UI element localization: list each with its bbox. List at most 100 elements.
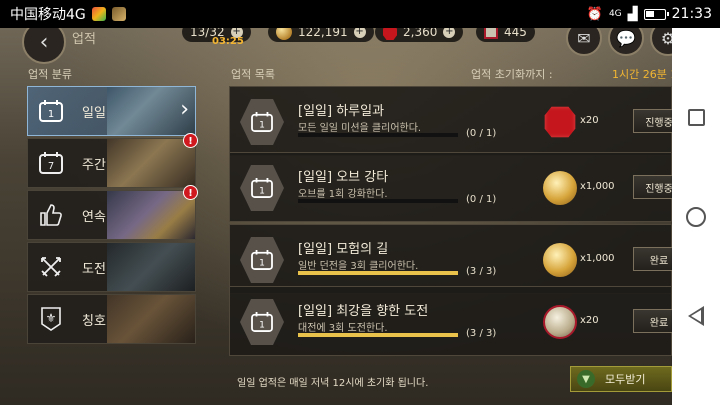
- in-progress-button[interactable]: 진행중: [633, 175, 672, 199]
- list-title: 업적 목록: [231, 68, 275, 81]
- gold-value: 122,191: [298, 28, 348, 39]
- mission-progress: (0 / 1): [466, 128, 497, 139]
- app-notification-icon: [111, 7, 126, 21]
- achievement-screen: ‹ 업적 13/32 + 03:25 122,191 + 2,360 + 445…: [0, 28, 672, 405]
- medal-icon: [543, 305, 577, 339]
- mail-button[interactable]: ✉: [566, 28, 602, 56]
- progress-bar: [298, 333, 458, 337]
- reward-quantity: x1,000: [580, 181, 615, 192]
- mission-description: 대전에 3회 도전한다.: [298, 323, 388, 334]
- calendar-1-icon: 1: [240, 299, 284, 345]
- mission-description: 모든 일일 미션을 클리어한다.: [298, 123, 422, 134]
- reset-label: 업적 초기화까지 :: [471, 68, 553, 81]
- arrow-left-icon: ‹: [39, 29, 49, 55]
- circle-icon: [686, 206, 706, 227]
- notification-badge: !: [183, 185, 198, 200]
- mission-progress: (3 / 3): [466, 266, 497, 277]
- add-gold-button[interactable]: +: [353, 28, 366, 38]
- ruby-icon: [383, 28, 397, 40]
- mission-description: 일반 던전을 3회 클리어한다.: [298, 261, 419, 272]
- mission-progress: (3 / 3): [466, 328, 497, 339]
- mission-row: 1 [일일] 오브 강타 오브를 1회 강화한다. (0 / 1) x1,000…: [229, 152, 672, 222]
- top-hud: ‹ 업적 13/32 + 03:25 122,191 + 2,360 + 445…: [0, 28, 672, 64]
- category-art: [107, 295, 195, 343]
- complete-button[interactable]: 완료: [633, 309, 672, 333]
- reward-quantity: x1,000: [580, 253, 615, 264]
- network-type: 4G: [608, 9, 622, 19]
- reward-quantity: x20: [580, 115, 599, 126]
- mail-icon: ✉: [577, 28, 591, 48]
- recent-apps-button[interactable]: [684, 106, 708, 130]
- chat-icon: 💬: [616, 28, 636, 48]
- svg-text:⚜: ⚜: [46, 311, 57, 325]
- ticket-value: 445: [504, 28, 527, 39]
- square-icon: [687, 109, 705, 126]
- progress-bar: [298, 133, 458, 137]
- signal-icon: ▟: [627, 6, 638, 22]
- back-button[interactable]: ‹: [22, 28, 66, 64]
- mission-row: 1 [일일] 최강을 향한 도전 대전에 3회 도전한다. (3 / 3) x2…: [229, 286, 672, 356]
- navigation-bar: [672, 28, 720, 405]
- svg-text:1: 1: [48, 109, 54, 120]
- sidebar-item-titles[interactable]: ⚜ 칭호: [27, 294, 196, 344]
- mission-progress: (0 / 1): [466, 194, 497, 205]
- back-nav-button[interactable]: [684, 304, 708, 328]
- category-art: [107, 139, 195, 187]
- gold-coin-icon: [543, 243, 577, 277]
- svg-text:1: 1: [259, 320, 265, 330]
- svg-text:7: 7: [48, 161, 54, 172]
- svg-text:1: 1: [259, 186, 265, 196]
- reward-quantity: x20: [580, 315, 599, 326]
- gold-counter: 122,191 +: [268, 28, 374, 42]
- fleur-de-lis-icon: ⚜: [28, 295, 74, 343]
- svg-text:1: 1: [259, 120, 265, 130]
- screen-title: 업적: [72, 32, 96, 47]
- claim-icon: ▼: [577, 370, 595, 388]
- gear-icon: ⚙: [660, 28, 672, 48]
- in-progress-button[interactable]: 진행중: [633, 109, 672, 133]
- gold-coin-icon: [543, 171, 577, 205]
- complete-button[interactable]: 완료: [633, 247, 672, 271]
- svg-text:1: 1: [259, 258, 265, 268]
- reset-countdown: 1시간 26분 1: [612, 68, 672, 81]
- stamina-timer: 03:25: [212, 36, 244, 47]
- sidebar-title: 업적 분류: [28, 68, 72, 81]
- mission-title: [일일] 최강을 향한 도전: [298, 304, 429, 319]
- carrier-name: 中国移动4G: [10, 7, 86, 23]
- calendar-1-icon: 1: [240, 165, 284, 211]
- sidebar-item-weekly[interactable]: 7 주간: [27, 138, 196, 188]
- progress-bar: [298, 271, 458, 275]
- sidebar-item-streak[interactable]: 연속: [27, 190, 196, 240]
- settings-button[interactable]: ⚙: [650, 28, 672, 56]
- clock: 21:33: [671, 6, 712, 22]
- calendar-1-icon: 1: [28, 87, 74, 135]
- chat-button[interactable]: 💬: [608, 28, 644, 56]
- mission-row: 1 [일일] 하루일과 모든 일일 미션을 클리어한다. (0 / 1) x20…: [229, 86, 672, 156]
- ruby-counter: 2,360 +: [375, 28, 464, 42]
- calendar-7-icon: 7: [28, 139, 74, 187]
- status-bar: 中国移动4G ⏰ 4G ▟ 21:33: [0, 0, 720, 28]
- app-notification-icon: [91, 7, 106, 21]
- reset-notice: 일일 업적은 매일 저녁 12시에 초기화 됩니다.: [237, 378, 429, 389]
- mission-title: [일일] 하루일과: [298, 104, 385, 119]
- ticket-icon: [484, 28, 498, 39]
- calendar-1-icon: 1: [240, 237, 284, 283]
- calendar-1-icon: 1: [240, 99, 284, 145]
- notification-badge: !: [183, 133, 198, 148]
- mission-row: 1 [일일] 모험의 길 일반 던전을 3회 클리어한다. (3 / 3) x1…: [229, 224, 672, 294]
- mission-title: [일일] 오브 강타: [298, 170, 389, 185]
- ruby-value: 2,360: [403, 28, 438, 39]
- ruby-icon: [544, 106, 576, 138]
- thumbs-up-icon: [28, 191, 74, 239]
- ticket-counter: 445: [476, 28, 535, 42]
- progress-bar: [298, 199, 458, 203]
- triangle-back-icon: [688, 305, 704, 326]
- claim-all-button[interactable]: ▼ 모두받기: [570, 366, 672, 392]
- mission-description: 오브를 1회 강화한다.: [298, 189, 388, 200]
- sidebar-item-daily[interactable]: 1 일일 ›: [27, 86, 196, 136]
- add-ruby-button[interactable]: +: [443, 28, 456, 38]
- home-button[interactable]: [684, 205, 708, 229]
- sidebar-item-challenge[interactable]: 도전: [27, 242, 196, 292]
- alarm-icon: ⏰: [586, 6, 603, 22]
- chevron-right-icon: ›: [180, 97, 189, 122]
